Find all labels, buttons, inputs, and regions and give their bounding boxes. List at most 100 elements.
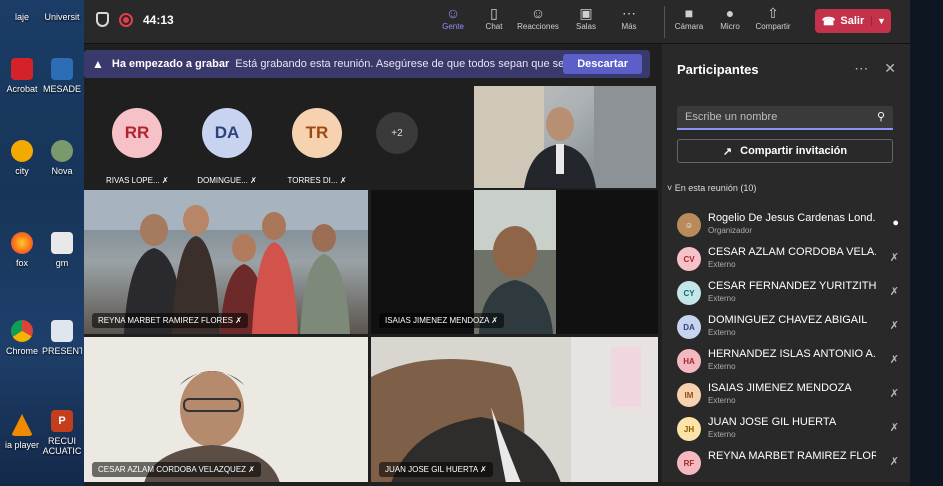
desktop-icon-label: Nova <box>51 166 73 176</box>
dismiss-button[interactable]: Descartar <box>563 54 642 74</box>
mic-off-icon: ✗ <box>889 320 899 332</box>
participant-row[interactable]: CV CESAR AZLAM CORDOBA VELA... Externo ✗ <box>677 244 899 278</box>
reactions-button[interactable]: ☺ Reacciones <box>515 4 561 31</box>
panel-actions: ⋯ ✕ <box>854 60 896 77</box>
desktop-icon-acrobat[interactable]: Acrobat <box>2 58 42 94</box>
tile-name: ISAIAS JIMENEZ MENDOZA <box>385 316 490 325</box>
share-invite-label: Compartir invitación <box>740 145 848 157</box>
desktop-icon[interactable]: Universit <box>42 12 82 22</box>
mic-off-icon: ✗ <box>889 422 899 434</box>
desktop-icon-label: fox <box>15 258 28 268</box>
powerpoint-icon: P <box>51 410 73 432</box>
document-icon <box>51 320 73 342</box>
meeting-info: 44:13 <box>96 12 174 27</box>
chat-button[interactable]: ▯ Chat <box>471 4 517 31</box>
desktop-icon-label: PRESENT <box>42 346 82 356</box>
desktop-icon-powerpoint[interactable]: P RECUI ACUATIC <box>42 410 82 456</box>
desktop-icon-gm[interactable]: gm <box>42 232 82 268</box>
search-placeholder: Escribe un nombre <box>685 111 778 123</box>
leave-button[interactable]: ☎ Salir ▼ <box>815 9 891 33</box>
tile-name: JUAN JOSE GIL HUERTA <box>385 465 478 474</box>
more-label: Más <box>621 22 637 31</box>
participant-row[interactable]: RF REYNA MARBET RAMIREZ FLORES ✗ <box>677 448 899 482</box>
leave-main: ☎ Salir <box>815 15 871 28</box>
chrome-icon <box>11 320 33 342</box>
recording-banner: ▲ Ha empezado a grabar Está grabando est… <box>84 50 650 78</box>
participant-search-input[interactable]: Escribe un nombre ⚲ <box>677 106 893 130</box>
speaker-video <box>474 86 656 188</box>
more-participants[interactable]: +2 <box>376 108 438 185</box>
desktop-icon-nova[interactable]: Nova <box>42 140 82 176</box>
participant-avatar-tile[interactable]: RR RIVAS LOPE... ✗ <box>106 108 169 185</box>
video-tile[interactable]: CESAR AZLAM CORDOBA VELAZQUEZ ✗ <box>84 337 368 483</box>
participant-row[interactable]: JH JUAN JOSE GIL HUERTA Externo ✗ <box>677 414 899 448</box>
video-tile[interactable]: ISAIAS JIMENEZ MENDOZA ✗ <box>371 190 658 334</box>
acrobat-icon <box>11 58 33 80</box>
meeting-toolbar: 44:13 ☺ Gente ▯ Chat ☺ Reacciones ▣ Sala… <box>84 0 910 44</box>
desktop-icon-label: Universit <box>44 12 80 22</box>
video-tile[interactable]: REYNA MARBET RAMIREZ FLORES ✗ <box>84 190 368 334</box>
video-tile-speaker[interactable] <box>474 86 656 188</box>
participant-row[interactable]: HA HERNANDEZ ISLAS ANTONIO A... Externo … <box>677 346 899 380</box>
desktop-icon-mesade[interactable]: MESADE <box>42 58 82 94</box>
avatar: DA <box>677 315 701 339</box>
chat-label: Chat <box>485 22 503 31</box>
close-icon[interactable]: ✕ <box>884 60 896 77</box>
avatar: CV <box>677 247 701 271</box>
share-invite-button[interactable]: ↗ Compartir invitación <box>677 139 893 163</box>
taskbar <box>84 482 910 486</box>
participant-row[interactable]: ☺ Rogelio De Jesus Cardenas Lond... Orga… <box>677 210 899 244</box>
desktop-icon-label: gm <box>55 258 69 268</box>
mic-label: Micro <box>720 22 740 31</box>
more-options-icon[interactable]: ⋯ <box>854 60 868 77</box>
mic-off-icon: ✗ <box>491 316 498 325</box>
avatar: HA <box>677 349 701 373</box>
participant-row[interactable]: IM ISAIAS JIMENEZ MENDOZA Externo ✗ <box>677 380 899 414</box>
participant-avatar-tile[interactable]: TR TORRES DI... ✗ <box>286 108 348 185</box>
in-meeting-section-header[interactable]: ˅ En esta reunión (10) <box>667 183 756 193</box>
camera-icon: ■ <box>684 5 694 21</box>
participant-avatar-tile[interactable]: DA DOMINGUE... ✗ <box>196 108 258 185</box>
camera-button[interactable]: ■ Cámara <box>666 4 712 31</box>
avatar-name: TORRES DI... <box>287 176 338 185</box>
banner-title: Ha empezado a grabar <box>111 58 230 70</box>
participant-row[interactable]: CY CESAR FERNANDEZ YURITZITH Externo ✗ <box>677 278 899 312</box>
avatar: RR <box>112 108 162 158</box>
mic-off-icon: ✗ <box>248 465 255 474</box>
mic-off-icon: ✗ <box>889 456 899 468</box>
rooms-button[interactable]: ▣ Salas <box>563 4 609 31</box>
tile-name-tag: JUAN JOSE GIL HUERTA ✗ <box>379 462 493 477</box>
desktop-icon-chrome[interactable]: Chrome <box>2 320 42 356</box>
chevron-down-icon[interactable]: ▼ <box>871 16 891 26</box>
more-button[interactable]: ⋯ Más <box>606 4 652 31</box>
desktop-icon-firefox[interactable]: fox <box>2 232 42 268</box>
mic-button[interactable]: ● Micro <box>707 4 753 31</box>
share-label: Compartir <box>755 22 791 31</box>
desktop-icon-present[interactable]: PRESENT <box>42 320 82 356</box>
panel-title: Participantes <box>677 62 759 77</box>
rooms-icon: ▣ <box>579 5 593 21</box>
phone-hangup-icon: ☎ <box>821 15 836 28</box>
participant-row[interactable]: DA DOMINGUEZ CHAVEZ ABIGAIL Externo ✗ <box>677 312 899 346</box>
video-tile[interactable]: JUAN JOSE GIL HUERTA ✗ <box>371 337 658 483</box>
avatar-caption: DOMINGUE... ✗ <box>196 176 258 185</box>
nova-icon <box>51 140 73 162</box>
desktop-icon-audacity[interactable]: city <box>2 140 42 176</box>
share-button[interactable]: ⇧ Compartir <box>750 4 796 31</box>
desktop-icon[interactable]: laje <box>2 12 42 22</box>
mic-off-icon: ✗ <box>889 354 899 366</box>
warning-icon: ▲ <box>92 57 104 71</box>
audacity-icon <box>11 140 33 162</box>
mic-off-icon: ✗ <box>480 465 487 474</box>
avatar: TR <box>292 108 342 158</box>
reactions-label: Reacciones <box>517 22 559 31</box>
participant-role: Organizador <box>708 226 753 235</box>
banner-message: Está grabando esta reunión. Asegúrese de… <box>235 58 574 70</box>
avatar: IM <box>677 383 701 407</box>
video-stage: RR RIVAS LOPE... ✗ DA DOMINGUE... ✗ TR T… <box>84 80 658 486</box>
desktop-icon-label: Acrobat <box>6 84 38 94</box>
people-button[interactable]: ☺ Gente <box>430 4 476 31</box>
file-icon <box>51 232 73 254</box>
desktop-icon-media-player[interactable]: ia player <box>2 414 42 450</box>
desktop-icon-label: laje <box>14 12 29 22</box>
